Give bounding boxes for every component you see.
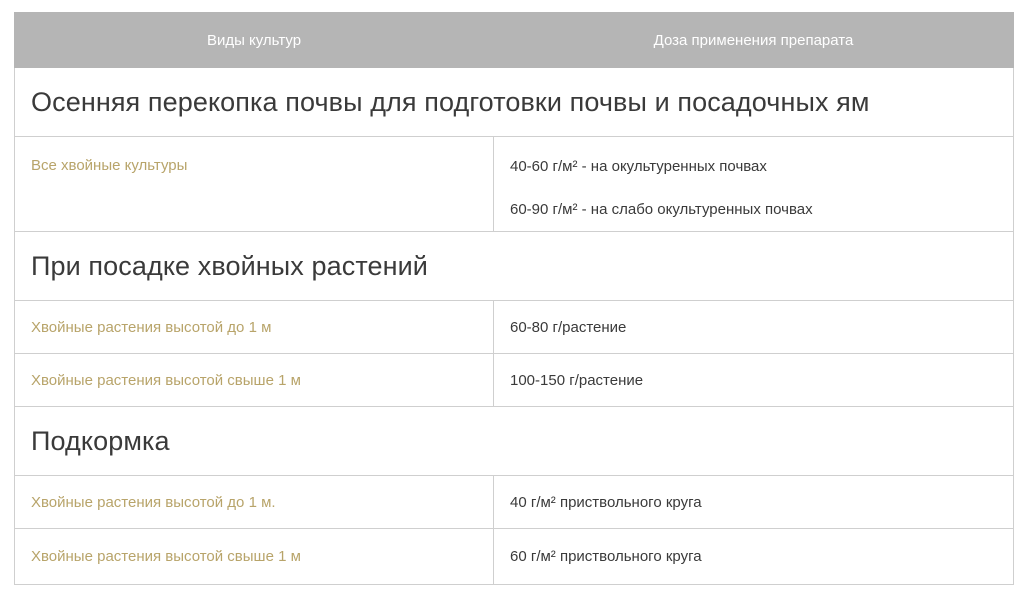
header-dose: Доза применения препарата [493, 12, 1014, 68]
table-row: Хвойные растения высотой до 1 м. 40 г/м²… [14, 475, 1014, 529]
dose-cell: 40-60 г/м² - на окультуренных почвах 60-… [493, 136, 1014, 232]
dose-cell: 40 г/м² приствольного круга [493, 475, 1014, 529]
dose-line: 40-60 г/м² - на окультуренных почвах [510, 158, 767, 175]
table-row: Хвойные растения высотой свыше 1 м 100-1… [14, 353, 1014, 407]
header-crops: Виды культур [14, 12, 494, 68]
crop-cell: Хвойные растения высотой до 1 м. [14, 475, 494, 529]
section-row-planting: При посадке хвойных растений [14, 231, 1014, 301]
section-title: При посадке хвойных растений [14, 231, 1014, 301]
dose-cell: 60-80 г/растение [493, 300, 1014, 354]
crop-cell: Хвойные растения высотой свыше 1 м [14, 353, 494, 407]
section-row-autumn-digging: Осенняя перекопка почвы для подготовки п… [14, 67, 1014, 137]
dose-cell: 60 г/м² приствольного круга [493, 528, 1014, 585]
table-row: Хвойные растения высотой свыше 1 м 60 г/… [14, 528, 1014, 585]
section-title: Подкормка [14, 406, 1014, 476]
section-title: Осенняя перекопка почвы для подготовки п… [14, 67, 1014, 137]
crop-cell: Хвойные растения высотой до 1 м [14, 300, 494, 354]
table-row: Все хвойные культуры 40-60 г/м² - на оку… [14, 136, 1014, 232]
dosage-table: Виды культур Доза применения препарата О… [14, 12, 1014, 585]
dose-cell: 100-150 г/растение [493, 353, 1014, 407]
section-row-feeding: Подкормка [14, 406, 1014, 476]
dose-line: 60-90 г/м² - на слабо окультуренных почв… [510, 201, 813, 218]
table-row: Хвойные растения высотой до 1 м 60-80 г/… [14, 300, 1014, 354]
crop-cell: Все хвойные культуры [14, 136, 494, 232]
table-header-row: Виды культур Доза применения препарата [14, 12, 1014, 68]
crop-cell: Хвойные растения высотой свыше 1 м [14, 528, 494, 585]
